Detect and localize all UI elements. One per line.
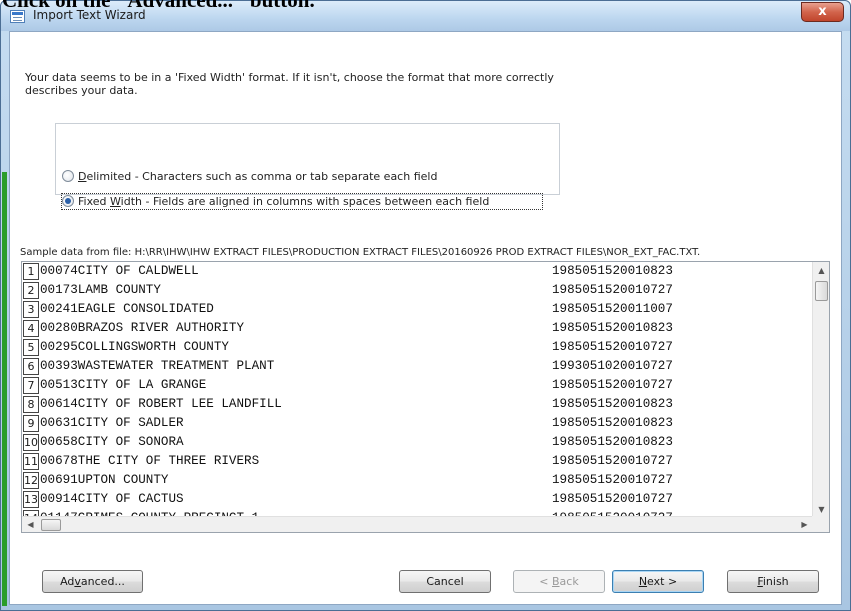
sample-file-caption: Sample data from file: H:\RR\IHW\IHW EXT… xyxy=(20,247,701,258)
next-label-accel: N xyxy=(638,575,648,588)
row-name-cell: 00173LAMB COUNTY xyxy=(40,283,161,297)
fixed-width-label: idth - Fields are aligned in columns wit… xyxy=(120,195,490,208)
wizard-content: Your data seems to be in a 'Fixed Width'… xyxy=(2,31,842,606)
cancel-label: Cancel xyxy=(426,575,464,588)
sample-row: 7 00513CITY OF LA GRANGE 1985051520010727 xyxy=(22,376,813,395)
row-name-cell: 00914CITY OF CACTUS xyxy=(40,492,184,506)
next-button[interactable]: Next > xyxy=(612,570,704,593)
finish-label-post: inish xyxy=(762,575,789,588)
horizontal-scroll-thumb[interactable] xyxy=(41,519,61,531)
row-code-cell: 1985051520010823 xyxy=(552,321,673,335)
row-name-cell: 00678THE CITY OF THREE RIVERS xyxy=(40,454,260,468)
back-label-post: ack xyxy=(559,575,579,588)
row-code-cell: 1985051520010823 xyxy=(552,435,673,449)
sample-row: 11 00678THE CITY OF THREE RIVERS 198505152… xyxy=(22,452,813,471)
tutorial-instruction: Click on the "Advanced..." button. xyxy=(2,0,315,12)
advanced-label-pre: Ad xyxy=(60,575,75,588)
row-code-cell: 1985051520010823 xyxy=(552,397,673,411)
next-label-post: ext > xyxy=(647,575,678,588)
sample-rows: 1 00074CITY OF CALDWELL 1985051520010823 2 0… xyxy=(22,262,813,518)
row-name-cell: 00631CITY OF SADLER xyxy=(40,416,184,430)
row-number: 3 xyxy=(23,301,39,318)
row-code-cell: 1985051520010727 xyxy=(552,378,673,392)
cancel-button[interactable]: Cancel xyxy=(399,570,491,593)
delimited-radio[interactable] xyxy=(62,170,74,182)
row-code-cell: 1985051520010727 xyxy=(552,283,673,297)
finish-button[interactable]: Finish xyxy=(727,570,819,593)
sample-row: 5 00295COLLINGSWORTH COUNTY 19850515200107… xyxy=(22,338,813,357)
import-text-wizard-window: Import Text Wizard x Your data seems to … xyxy=(0,0,851,611)
fixed-width-label-prefix: Fixed xyxy=(78,195,111,208)
row-number: 7 xyxy=(23,377,39,394)
row-number: 9 xyxy=(23,415,39,432)
row-code-cell: 1985051520010727 xyxy=(552,340,673,354)
row-name-cell: 00393WASTEWATER TREATMENT PLANT xyxy=(40,359,275,373)
sample-data-preview[interactable]: 1 00074CITY OF CALDWELL 1985051520010823 2 0… xyxy=(21,261,830,533)
sample-row: 13 00914CITY OF CACTUS 1985051520010727 xyxy=(22,490,813,509)
sample-row: 3 00241EAGLE CONSOLIDATED 1985051520011007 xyxy=(22,300,813,319)
sample-row: 6 00393WASTEWATER TREATMENT PLANT 19930510… xyxy=(22,357,813,376)
sample-row: 12 00691UPTON COUNTY 1985051520010727 xyxy=(22,471,813,490)
advanced-label-post: anced... xyxy=(80,575,125,588)
sample-row: 2 00173LAMB COUNTY 1985051520010727 xyxy=(22,281,813,300)
fixed-width-option[interactable]: Fixed Width - Fields are aligned in colu… xyxy=(61,193,543,210)
row-name-cell: 00614CITY OF ROBERT LEE LANDFILL xyxy=(40,397,282,411)
fixed-width-label-accel: W xyxy=(110,195,121,208)
delimited-label: elimited - Characters such as comma or t… xyxy=(86,170,438,183)
row-name-cell: 00513CITY OF LA GRANGE xyxy=(40,378,207,392)
scroll-up-icon[interactable]: ▲ xyxy=(813,262,829,279)
row-number: 11 xyxy=(23,453,39,470)
scrollbar-corner xyxy=(812,516,829,532)
sample-row: 8 00614CITY OF ROBERT LEE LANDFILL 1985051… xyxy=(22,395,813,414)
row-name-cell: 00280BRAZOS RIVER AUTHORITY xyxy=(40,321,245,335)
sample-row: 1 00074CITY OF CALDWELL 1985051520010823 xyxy=(22,262,813,281)
vertical-scroll-thumb[interactable] xyxy=(815,281,828,301)
row-code-cell: 1993051020010727 xyxy=(552,359,673,373)
row-number: 2 xyxy=(23,282,39,299)
sample-row: 9 00631CITY OF SADLER 1985051520010823 xyxy=(22,414,813,433)
row-number: 13 xyxy=(23,491,39,508)
row-code-cell: 1985051520010823 xyxy=(552,416,673,430)
row-name-cell: 00658CITY OF SONORA xyxy=(40,435,184,449)
horizontal-scrollbar[interactable]: ◀ ▶ xyxy=(22,516,813,532)
format-options-group: Delimited - Characters such as comma or … xyxy=(55,123,560,210)
sample-row: 10 00658CITY OF SONORA 1985051520010823 xyxy=(22,433,813,452)
delimited-option[interactable]: Delimited - Characters such as comma or … xyxy=(62,169,437,186)
format-description: Your data seems to be in a 'Fixed Width'… xyxy=(25,71,554,97)
back-label-accel: B xyxy=(552,575,560,588)
row-name-cell: 00295COLLINGSWORTH COUNTY xyxy=(40,340,229,354)
row-number: 10 xyxy=(23,434,39,451)
row-name-cell: 00074CITY OF CALDWELL xyxy=(40,264,199,278)
row-code-cell: 1985051520010727 xyxy=(552,473,673,487)
fixed-width-radio[interactable] xyxy=(62,195,74,207)
row-name-cell: 00691UPTON COUNTY xyxy=(40,473,169,487)
row-number: 8 xyxy=(23,396,39,413)
row-code-cell: 1985051520010727 xyxy=(552,454,673,468)
back-label-pre: < xyxy=(539,575,552,588)
sample-row: 4 00280BRAZOS RIVER AUTHORITY 198505152001… xyxy=(22,319,813,338)
vertical-scrollbar[interactable]: ▲ ▼ xyxy=(812,262,829,518)
row-code-cell: 1985051520011007 xyxy=(552,302,673,316)
row-number: 4 xyxy=(23,320,39,337)
row-number: 1 xyxy=(23,263,39,280)
row-name-cell: 00241EAGLE CONSOLIDATED xyxy=(40,302,214,316)
row-number: 6 xyxy=(23,358,39,375)
row-code-cell: 1985051520010727 xyxy=(552,492,673,506)
advanced-button[interactable]: Advanced... xyxy=(42,570,143,593)
row-number: 5 xyxy=(23,339,39,356)
row-code-cell: 1985051520010823 xyxy=(552,264,673,278)
row-number: 12 xyxy=(23,472,39,489)
scroll-right-icon[interactable]: ▶ xyxy=(796,517,813,532)
scroll-left-icon[interactable]: ◀ xyxy=(22,517,39,532)
back-button[interactable]: < Back xyxy=(513,570,605,593)
